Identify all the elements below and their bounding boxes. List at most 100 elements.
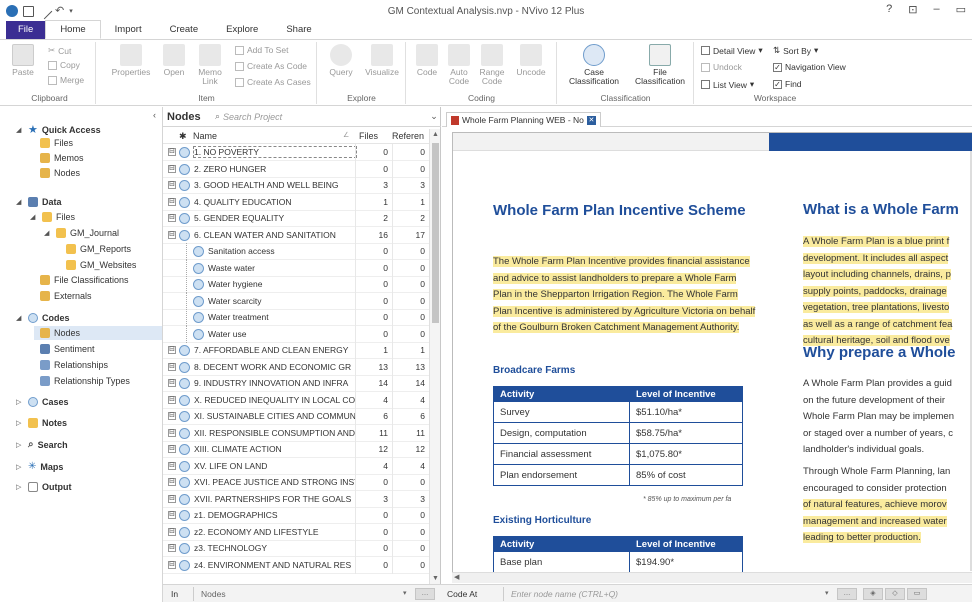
nav-search[interactable]: ▷ ⌕ Search bbox=[16, 439, 68, 450]
nav-gm-journal[interactable]: ◢ GM_Journal bbox=[44, 228, 119, 238]
node-row[interactable]: ⊟ XV. LIFE ON LAND 4 4 bbox=[163, 457, 429, 475]
document-horizontal-scrollbar[interactable]: ◀ bbox=[452, 572, 972, 583]
search-project-input[interactable]: ⌕ Search Project bbox=[215, 111, 427, 122]
node-row[interactable]: ⊟ 1. NO POVERTY 0 0 bbox=[163, 144, 429, 161]
code-button[interactable]: Code bbox=[413, 44, 441, 77]
find-toggle[interactable]: ✓ Find bbox=[773, 79, 802, 89]
expand-collapse-icon[interactable]: ⊟ bbox=[168, 362, 176, 371]
tab-home[interactable]: Home bbox=[45, 20, 101, 39]
collapse-nav-icon[interactable]: ‹ bbox=[153, 110, 156, 120]
node-row[interactable]: ⊟ 6. CLEAN WATER AND SANITATION 16 17 bbox=[163, 226, 429, 244]
file-classification-button[interactable]: File Classification bbox=[628, 44, 692, 86]
minimize-button[interactable]: – bbox=[933, 3, 939, 16]
tab-import[interactable]: Import bbox=[101, 21, 156, 39]
nav-codes[interactable]: ◢ Codes bbox=[16, 313, 70, 323]
nodes-scroll-thumb[interactable] bbox=[432, 143, 439, 323]
nav-relationship-types[interactable]: Relationship Types bbox=[40, 376, 130, 386]
query-button[interactable]: Query bbox=[324, 44, 358, 77]
tab-file[interactable]: File bbox=[6, 21, 46, 39]
undo-icon[interactable]: ↶ bbox=[55, 5, 64, 17]
nav-quick-files[interactable]: Files bbox=[40, 138, 73, 148]
in-browse-button[interactable]: … bbox=[415, 588, 435, 600]
expand-collapse-icon[interactable]: ⊟ bbox=[168, 527, 176, 536]
expand-collapse-icon[interactable]: ⊟ bbox=[168, 214, 176, 222]
expand-collapse-icon[interactable]: ⊟ bbox=[168, 181, 176, 189]
undock-button[interactable]: Undock bbox=[701, 62, 742, 72]
expand-collapse-icon[interactable]: ⊟ bbox=[168, 148, 176, 156]
maximize-button[interactable]: ▭ bbox=[956, 3, 966, 16]
memo-link-button[interactable]: Memo Link bbox=[195, 44, 225, 86]
customize-toolbar-icon[interactable]: ▾ bbox=[69, 6, 73, 17]
in-dropdown-icon[interactable]: ▾ bbox=[403, 589, 407, 597]
child-node-row[interactable]: Water use 0 0 bbox=[163, 325, 429, 343]
copy-button[interactable]: Copy bbox=[48, 60, 80, 70]
node-row[interactable]: ⊟ z3. TECHNOLOGY 0 0 bbox=[163, 540, 429, 557]
document-view[interactable]: Whole Farm Plan Incentive Scheme The Who… bbox=[452, 132, 972, 572]
node-row[interactable]: ⊟ XII. RESPONSIBLE CONSUMPTION AND 11 11 bbox=[163, 424, 429, 442]
expand-collapse-icon[interactable]: ⊟ bbox=[168, 544, 176, 552]
nav-quick-nodes[interactable]: Nodes bbox=[40, 168, 80, 178]
detail-view-button[interactable]: Detail View ▾ bbox=[701, 45, 763, 56]
node-row[interactable]: ⊟ XVI. PEACE JUSTICE AND STRONG INSTI 0 0 bbox=[163, 474, 429, 491]
merge-button[interactable]: Merge bbox=[48, 75, 84, 85]
ribbon-display-button[interactable]: ⊡ bbox=[908, 3, 917, 16]
nav-maps[interactable]: ▷ ✳ Maps bbox=[16, 461, 63, 472]
node-row[interactable]: ⊟ X. REDUCED INEQUALITY IN LOCAL CO 4 4 bbox=[163, 391, 429, 409]
expand-collapse-icon[interactable]: ⊟ bbox=[168, 428, 176, 437]
nav-relationships[interactable]: Relationships bbox=[40, 360, 108, 370]
expand-collapse-icon[interactable]: ⊟ bbox=[168, 230, 176, 239]
properties-button[interactable]: Properties bbox=[109, 44, 153, 77]
visualize-button[interactable]: Visualize bbox=[362, 44, 402, 77]
node-row[interactable]: ⊟ XVII. PARTNERSHIPS FOR THE GOALS 3 3 bbox=[163, 490, 429, 508]
nav-data[interactable]: ◢ Data bbox=[16, 197, 62, 207]
uncode-selection-button[interactable]: ◇ bbox=[885, 588, 905, 600]
expand-collapse-icon[interactable]: ⊟ bbox=[168, 346, 176, 354]
paste-button[interactable]: Paste bbox=[8, 44, 38, 77]
help-button[interactable]: ? bbox=[886, 3, 892, 16]
auto-code-button[interactable]: Auto Code bbox=[445, 44, 473, 86]
cut-button[interactable]: ✂ Cut bbox=[48, 45, 71, 56]
node-row[interactable]: ⊟ 5. GENDER EQUALITY 2 2 bbox=[163, 210, 429, 227]
expand-collapse-icon[interactable]: ⊟ bbox=[168, 197, 176, 206]
scroll-left-icon[interactable]: ◀ bbox=[454, 573, 459, 581]
in-select[interactable]: Nodes bbox=[201, 589, 226, 599]
create-as-cases-button[interactable]: Create As Cases bbox=[235, 77, 311, 87]
expand-collapse-icon[interactable]: ⊟ bbox=[168, 164, 176, 173]
node-row[interactable]: ⊟ XI. SUSTAINABLE CITIES AND COMMUN 6 6 bbox=[163, 408, 429, 425]
expand-collapse-icon[interactable]: ⊟ bbox=[168, 412, 176, 420]
tab-explore[interactable]: Explore bbox=[212, 21, 272, 39]
code-at-dropdown-icon[interactable]: ▾ bbox=[825, 589, 829, 597]
nav-externals[interactable]: Externals bbox=[40, 291, 92, 301]
tab-share[interactable]: Share bbox=[272, 21, 325, 39]
column-files[interactable]: Files bbox=[359, 131, 378, 141]
sort-by-button[interactable]: ⇅ Sort By ▾ bbox=[773, 45, 818, 56]
list-view-button[interactable]: List View ▾ bbox=[701, 79, 754, 90]
open-button[interactable]: Open bbox=[159, 44, 189, 77]
node-row[interactable]: ⊟ 9. INDUSTRY INNOVATION AND INFRA 14 14 bbox=[163, 375, 429, 392]
column-name[interactable]: Name bbox=[193, 131, 217, 141]
expand-collapse-icon[interactable]: ⊟ bbox=[168, 560, 176, 569]
nav-gm-websites[interactable]: GM_Websites bbox=[66, 260, 136, 270]
create-as-code-button[interactable]: Create As Code bbox=[235, 61, 307, 71]
node-row[interactable]: ⊟ XIII. CLIMATE ACTION 12 12 bbox=[163, 441, 429, 458]
expand-collapse-icon[interactable]: ⊟ bbox=[168, 445, 176, 453]
nav-file-classifications[interactable]: File Classifications bbox=[40, 275, 129, 285]
navigation-view-toggle[interactable]: ✓ Navigation View bbox=[773, 62, 846, 72]
child-node-row[interactable]: Water scarcity 0 0 bbox=[163, 292, 429, 310]
child-node-row[interactable]: Water hygiene 0 0 bbox=[163, 276, 429, 293]
code-at-input[interactable]: Enter node name (CTRL+Q) bbox=[511, 589, 618, 599]
expand-collapse-icon[interactable]: ⊟ bbox=[168, 494, 176, 503]
scroll-down-icon[interactable]: ▼ bbox=[430, 573, 441, 584]
code-selection-button[interactable]: ◈ bbox=[863, 588, 883, 600]
nav-sentiment[interactable]: Sentiment bbox=[40, 344, 95, 354]
column-references[interactable]: Referen bbox=[392, 131, 424, 141]
nodes-scrollbar[interactable]: ▲ ▼ bbox=[429, 129, 440, 584]
range-code-button[interactable]: Range Code bbox=[477, 44, 507, 86]
node-row[interactable]: ⊟ z1. DEMOGRAPHICS 0 0 bbox=[163, 507, 429, 524]
uncode-button[interactable]: Uncode bbox=[511, 44, 551, 77]
nav-output[interactable]: ▷ Output bbox=[16, 482, 72, 492]
nav-gm-reports[interactable]: GM_Reports bbox=[66, 244, 131, 254]
find-checkbox[interactable]: ✓ bbox=[773, 79, 782, 89]
child-node-row[interactable]: Water treatment 0 0 bbox=[163, 309, 429, 326]
node-row[interactable]: ⊟ z2. ECONOMY AND LIFESTYLE 0 0 bbox=[163, 523, 429, 541]
